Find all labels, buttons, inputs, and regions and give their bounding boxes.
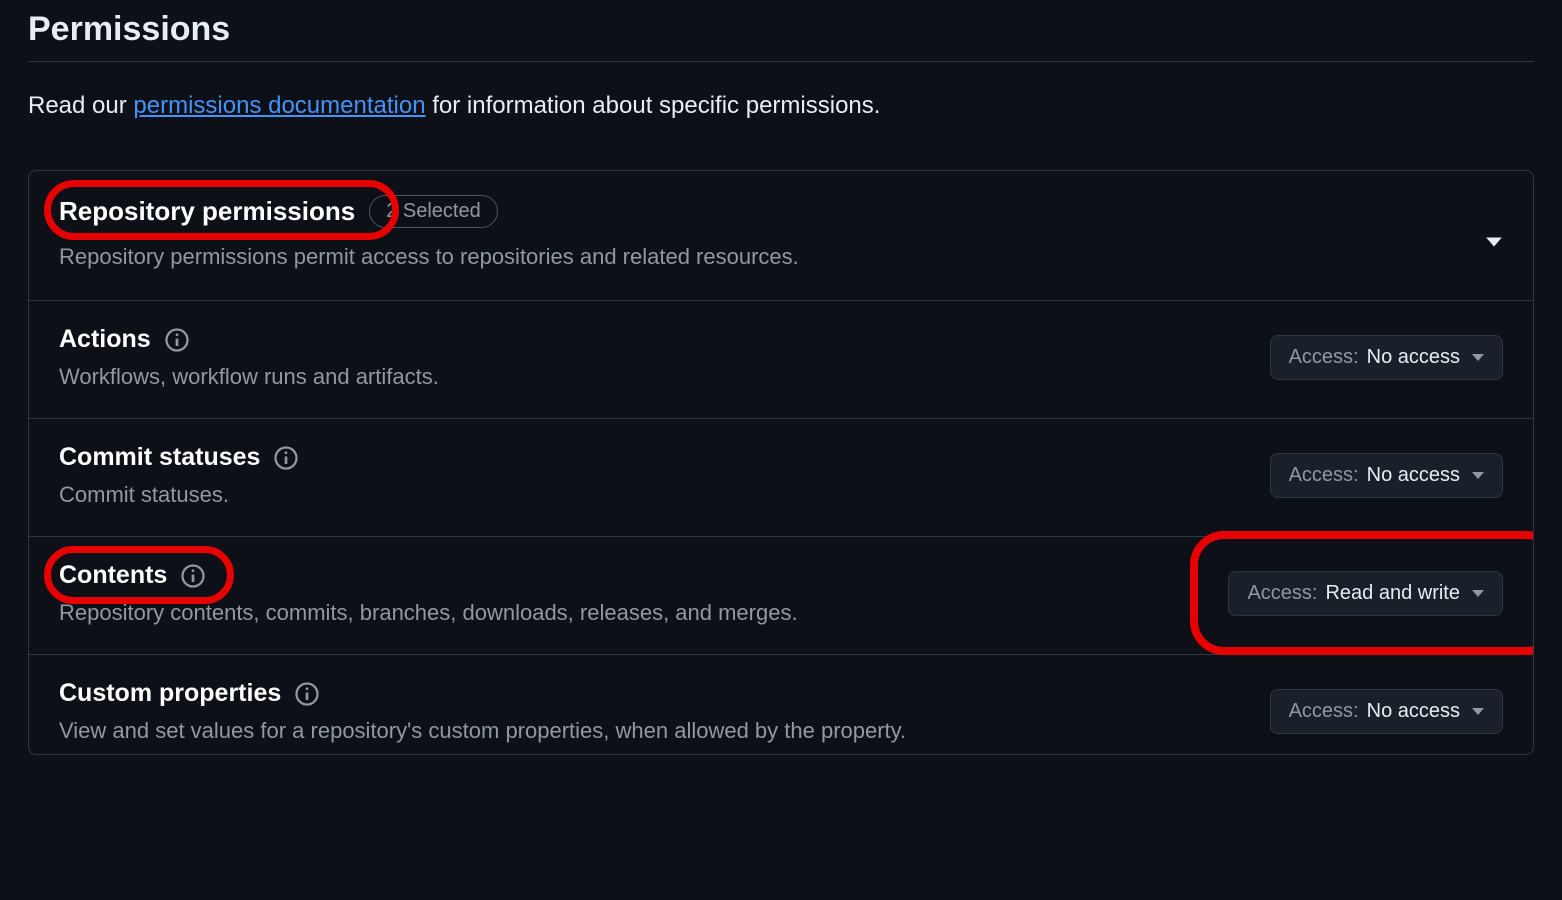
section-title: Repository permissions [59,196,355,227]
section-description: Repository permissions permit access to … [59,244,1465,270]
chevron-down-icon [1485,233,1503,251]
info-icon[interactable] [181,564,205,588]
permission-title: Actions [59,325,151,354]
access-label: Access: [1289,346,1359,369]
access-value: No access [1367,700,1460,723]
intro-prefix: Read our [28,92,133,119]
permission-description: Repository contents, commits, branches, … [59,600,1204,626]
access-value: Read and write [1325,582,1460,605]
caret-down-icon [1472,354,1484,361]
permissions-doc-link[interactable]: permissions documentation [133,92,425,119]
access-dropdown-commit-statuses[interactable]: Access: No access [1270,453,1503,498]
intro-suffix: for information about specific permissio… [426,92,881,119]
access-value: No access [1367,464,1460,487]
permission-description: Commit statuses. [59,482,1246,508]
access-label: Access: [1289,700,1359,723]
access-dropdown-actions[interactable]: Access: No access [1270,335,1503,380]
caret-down-icon [1472,590,1484,597]
permission-title: Contents [59,561,167,590]
panel-header[interactable]: Repository permissions 2 Selected Reposi… [29,171,1533,301]
permission-row-commit-statuses: Commit statuses Commit statuses. Access:… [29,419,1533,537]
intro-text: Read our permissions documentation for i… [28,92,1534,120]
selected-count-badge: 2 Selected [369,195,498,228]
caret-down-icon [1472,472,1484,479]
info-icon[interactable] [165,328,189,352]
repository-permissions-panel: Repository permissions 2 Selected Reposi… [28,170,1534,755]
caret-down-icon [1472,708,1484,715]
access-label: Access: [1247,582,1317,605]
info-icon[interactable] [295,682,319,706]
permission-description: View and set values for a repository's c… [59,718,1246,744]
page-title: Permissions [28,10,1534,62]
permission-title: Custom properties [59,679,281,708]
permission-row-custom-properties: Custom properties View and set values fo… [29,655,1533,754]
permission-description: Workflows, workflow runs and artifacts. [59,364,1246,390]
access-value: No access [1367,346,1460,369]
permission-row-contents: Contents Repository contents, commits, b… [29,537,1533,655]
permission-title: Commit statuses [59,443,260,472]
access-label: Access: [1289,464,1359,487]
access-dropdown-contents[interactable]: Access: Read and write [1228,571,1503,616]
permission-row-actions: Actions Workflows, workflow runs and art… [29,301,1533,419]
info-icon[interactable] [274,446,298,470]
access-dropdown-custom-properties[interactable]: Access: No access [1270,689,1503,734]
